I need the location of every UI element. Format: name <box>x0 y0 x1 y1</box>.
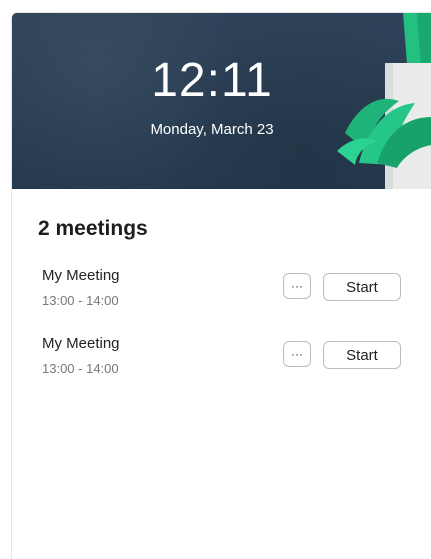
meeting-count-heading: 2 meetings <box>38 217 148 240</box>
meeting-item: My Meeting 13:00 - 14:00 ··· Start <box>42 335 422 383</box>
meeting-time: 13:00 - 14:00 <box>42 361 119 376</box>
meeting-title: My Meeting <box>42 335 120 352</box>
app-window: 12:11 Monday, March 23 2 meetings My Mee… <box>0 0 431 559</box>
meeting-title: My Meeting <box>42 267 120 284</box>
meeting-item: My Meeting 13:00 - 14:00 ··· Start <box>42 267 422 315</box>
start-meeting-button[interactable]: Start <box>323 341 401 369</box>
more-options-button[interactable]: ··· <box>283 341 311 367</box>
clock-header: 12:11 Monday, March 23 <box>12 13 431 189</box>
meetings-content: 2 meetings My Meeting 13:00 - 14:00 ··· … <box>12 189 431 559</box>
meeting-time: 13:00 - 14:00 <box>42 293 119 308</box>
meetings-panel: 12:11 Monday, March 23 2 meetings My Mee… <box>11 12 431 559</box>
plant-illustration-icon <box>337 13 431 189</box>
more-options-button[interactable]: ··· <box>283 273 311 299</box>
start-meeting-button[interactable]: Start <box>323 273 401 301</box>
